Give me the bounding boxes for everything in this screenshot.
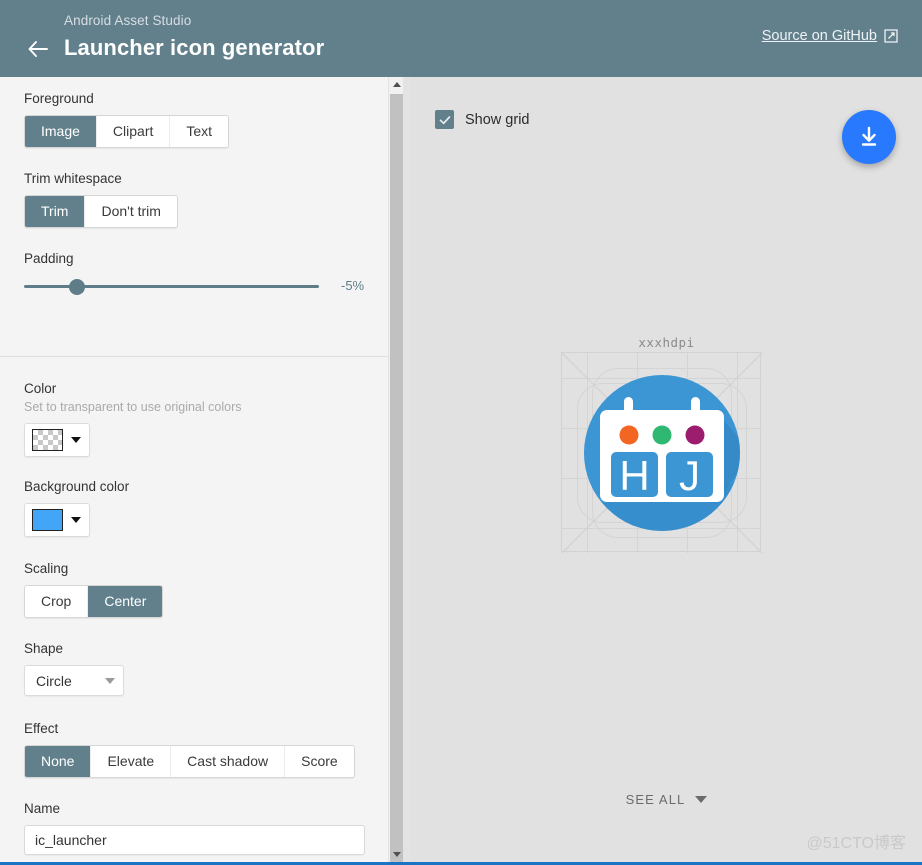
scaling-option-crop[interactable]: Crop: [25, 586, 88, 617]
background-color-label: Background color: [24, 479, 388, 494]
foreground-option-image[interactable]: Image: [25, 116, 97, 147]
scaling-section: Scaling Crop Center: [24, 561, 388, 618]
options-panel-scrollbar[interactable]: [388, 77, 403, 865]
effect-label: Effect: [24, 721, 388, 736]
padding-slider[interactable]: -5%: [24, 275, 388, 297]
dot-purple: [686, 426, 705, 445]
page-title: Launcher icon generator: [64, 35, 324, 61]
shape-select-value: Circle: [36, 673, 72, 689]
scaling-option-center[interactable]: Center: [88, 586, 162, 617]
color-section: Color Set to transparent to use original…: [24, 381, 388, 457]
chevron-down-icon: [71, 437, 81, 443]
color-label: Color: [24, 381, 388, 396]
foreground-segmented-control: Image Clipart Text: [24, 115, 229, 148]
section-divider: [0, 356, 388, 357]
color-picker-button[interactable]: [24, 423, 90, 457]
trim-whitespace-section: Trim whitespace Trim Don't trim: [24, 171, 388, 228]
app-header: Android Asset Studio Launcher icon gener…: [0, 0, 922, 77]
foreground-section: Foreground Image Clipart Text: [24, 91, 388, 148]
foreground-option-text[interactable]: Text: [170, 116, 228, 147]
dpi-label: xxxhdpi: [411, 335, 922, 350]
icon-letter-j: J: [679, 452, 700, 499]
dot-orange: [620, 426, 639, 445]
scrollbar-down-arrow[interactable]: [389, 847, 404, 862]
options-panel: Foreground Image Clipart Text Trim white…: [0, 77, 388, 862]
background-color-picker-button[interactable]: [24, 503, 90, 537]
source-on-github-link[interactable]: Source on GitHub: [762, 28, 898, 44]
scaling-segmented-control: Crop Center: [24, 585, 163, 618]
color-hint: Set to transparent to use original color…: [24, 400, 388, 414]
padding-section: Padding -5%: [24, 251, 388, 297]
foreground-label: Foreground: [24, 91, 388, 106]
padding-value: -5%: [341, 278, 364, 293]
arrow-left-icon: [25, 36, 51, 62]
scrollbar-thumb[interactable]: [390, 94, 403, 865]
chevron-down-icon: [71, 517, 81, 523]
background-color-section: Background color: [24, 479, 388, 537]
name-input[interactable]: [24, 825, 365, 855]
icon-preview[interactable]: H J: [561, 352, 761, 552]
effect-option-none[interactable]: None: [25, 746, 91, 777]
dot-green: [653, 426, 672, 445]
back-button[interactable]: [25, 36, 51, 62]
effect-option-cast-shadow[interactable]: Cast shadow: [171, 746, 285, 777]
foreground-option-clipart[interactable]: Clipart: [97, 116, 170, 147]
padding-label: Padding: [24, 251, 388, 266]
effect-option-score[interactable]: Score: [285, 746, 354, 777]
shape-select[interactable]: Circle: [24, 665, 124, 696]
see-all-button[interactable]: SEE ALL: [411, 792, 922, 807]
chevron-down-icon: [105, 678, 115, 684]
preview-panel: Show grid xxxhdpi: [411, 77, 922, 865]
github-link-label: Source on GitHub: [762, 28, 877, 44]
trim-option-dont-trim[interactable]: Don't trim: [85, 196, 176, 227]
icon-preview-area: xxxhdpi: [411, 77, 922, 865]
chevron-down-icon: [695, 796, 707, 803]
launcher-icon-artwork: H J: [562, 353, 762, 553]
app-subtitle: Android Asset Studio: [64, 13, 191, 28]
name-section: Name: [24, 801, 388, 855]
name-label: Name: [24, 801, 388, 816]
shape-label: Shape: [24, 641, 388, 656]
effect-section: Effect None Elevate Cast shadow Score: [24, 721, 388, 778]
trim-segmented-control: Trim Don't trim: [24, 195, 178, 228]
panel-divider: [403, 77, 411, 865]
icon-letter-h: H: [619, 452, 649, 499]
trim-whitespace-label: Trim whitespace: [24, 171, 388, 186]
padding-slider-thumb[interactable]: [69, 279, 85, 295]
scaling-label: Scaling: [24, 561, 388, 576]
external-link-icon: [884, 29, 898, 43]
watermark: @51CTO博客: [806, 829, 906, 853]
background-color-swatch: [32, 509, 63, 531]
see-all-label: SEE ALL: [626, 792, 686, 807]
color-swatch-transparent: [32, 429, 63, 451]
shape-section: Shape Circle: [24, 641, 388, 696]
trim-option-trim[interactable]: Trim: [25, 196, 85, 227]
effect-option-elevate[interactable]: Elevate: [91, 746, 171, 777]
effect-segmented-control: None Elevate Cast shadow Score: [24, 745, 355, 778]
scrollbar-up-arrow[interactable]: [389, 77, 404, 92]
